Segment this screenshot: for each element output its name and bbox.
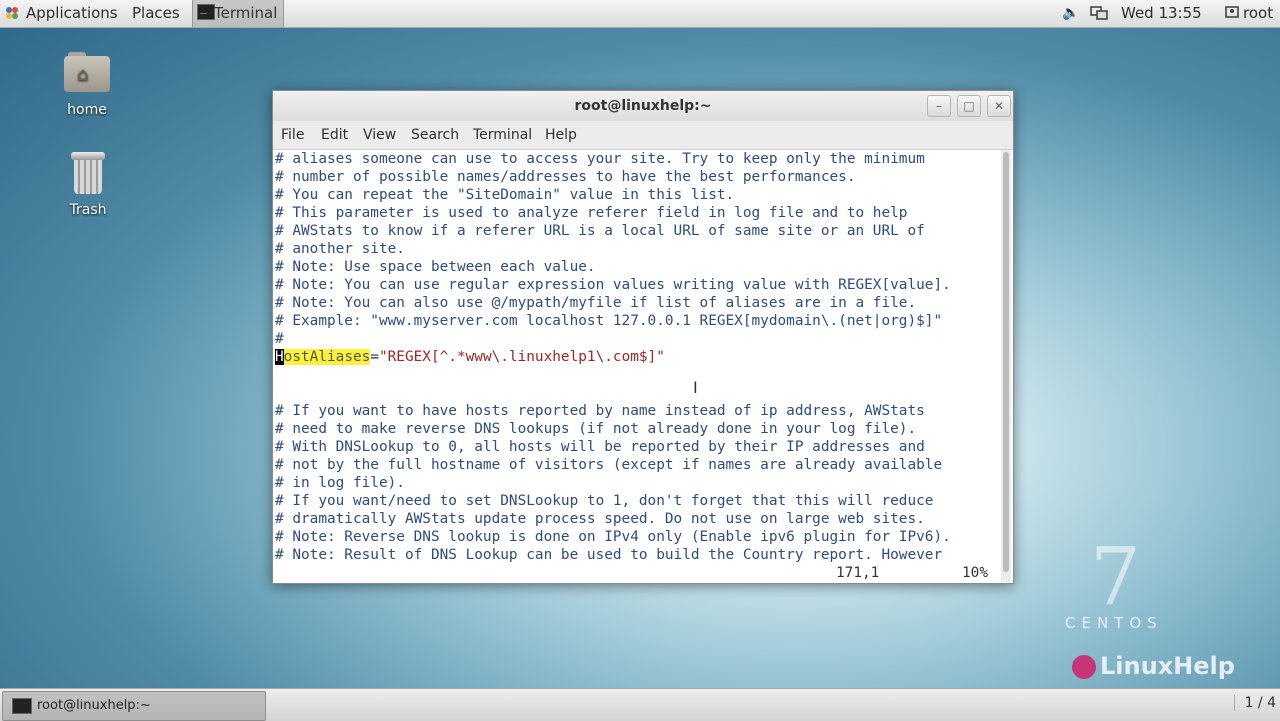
terminal-line: # Note: Result of DNS Lookup can be used… [275,547,943,563]
terminal-line: # If you want/need to set DNSLookup to 1… [275,493,934,509]
centos-logo-text: CENTOS [1065,614,1163,632]
terminal-line: # AWStats to know if a referer URL is a … [275,223,925,239]
terminal-line: # Note: You can use regular expression v… [275,277,951,293]
menu-view[interactable]: View [363,127,396,143]
menu-bar: File Edit View Search Terminal Help [273,121,1013,150]
maximize-button[interactable]: □ [957,95,981,117]
applications-menu[interactable]: Applications [26,4,118,22]
terminal-line: # You can repeat the "SiteDomain" value … [275,187,735,203]
terminal-scrollbar[interactable] [1001,150,1011,582]
terminal-line: # another site. [275,241,405,257]
menu-file[interactable]: File [281,127,304,143]
terminal-line: # in log file). [275,475,405,491]
terminal-line: # This parameter is used to analyze refe… [275,205,908,221]
menu-edit[interactable]: Edit [321,127,348,143]
cursor-position: 171,1 [836,565,880,581]
terminal-line: # number of possible names/addresses to … [275,169,856,185]
active-app-label: Terminal [214,4,278,22]
user-icon[interactable] [1225,5,1239,23]
menu-search[interactable]: Search [411,127,459,143]
workspace-indicator[interactable]: 1 / 4 [1233,695,1276,711]
linuxhelp-watermark: LinuxHelp [1072,652,1235,680]
search-match: ostAliases [283,349,371,365]
terminal-line: # aliases someone can use to access your… [275,151,925,167]
applications-icon [6,7,18,19]
home-label: home [67,102,107,118]
scroll-percent: 10% [962,565,988,581]
terminal-line: # need to make reverse DNS lookups (if n… [275,421,917,437]
taskbar-label: root@linuxhelp:~ [37,698,151,713]
terminal-line: # If you want to have hosts reported by … [275,403,925,419]
terminal-line: # Note: You can also use @/mypath/myfile… [275,295,917,311]
terminal-line: # Note: Reverse DNS lookup is done on IP… [275,529,951,545]
top-panel: Applications Places Terminal 🔈 Wed 13:55… [0,0,1280,28]
terminal-line: # dramatically AWStats update process sp… [275,511,925,527]
linuxhelp-logo-icon [1072,655,1096,679]
host-aliases-value: "REGEX[^.*www\.linuxhelp1\.com$]" [378,349,665,365]
terminal-icon [197,1,215,20]
terminal-line: # Note: Use space between each value. [275,259,596,275]
vim-status-line: 171,1 10% [275,564,999,582]
menu-help[interactable]: Help [545,127,577,143]
volume-icon[interactable]: 🔈 [1062,5,1079,21]
home-folder-icon: ⌂ [64,52,110,92]
window-titlebar[interactable]: root@linuxhelp:~ – □ ✕ [273,91,1013,121]
terminal-line: # not by the full hostname of visitors (… [275,457,943,473]
menu-terminal[interactable]: Terminal [473,127,532,143]
bottom-panel: root@linuxhelp:~ 1 / 4 [0,688,1280,721]
window-title: root@linuxhelp:~ [574,98,712,114]
ibeam-cursor-icon: I [693,378,698,397]
taskbar-terminal-button[interactable]: root@linuxhelp:~ [2,691,266,721]
terminal-line: # With DNSLookup to 0, all hosts will be… [275,439,925,455]
places-menu[interactable]: Places [132,4,180,22]
trash-icon [71,152,105,196]
active-app-menu[interactable]: Terminal [192,0,284,27]
network-icon[interactable] [1090,6,1108,24]
terminal-icon [12,698,32,714]
terminal-line: # Example: "www.myserver.com localhost 1… [275,313,943,329]
centos-logo-number: 7 [1090,530,1141,623]
terminal-line: # [275,331,284,347]
scrollbar-thumb[interactable] [1003,152,1009,572]
clock[interactable]: Wed 13:55 [1121,4,1202,22]
minimize-button[interactable]: – [927,95,951,117]
terminal-window: root@linuxhelp:~ – □ ✕ File Edit View Se… [272,90,1014,584]
close-button[interactable]: ✕ [987,95,1011,117]
user-menu[interactable]: root [1243,4,1273,22]
host-aliases-line: HostAliases="REGEX[^.*www\.linuxhelp1\.c… [275,349,665,365]
terminal-content[interactable]: # aliases someone can use to access your… [275,150,999,582]
desktop-home[interactable]: ⌂ home [37,52,137,118]
desktop-trash[interactable]: Trash [38,152,138,218]
trash-label: Trash [69,202,107,218]
text-cursor: H [275,349,284,365]
